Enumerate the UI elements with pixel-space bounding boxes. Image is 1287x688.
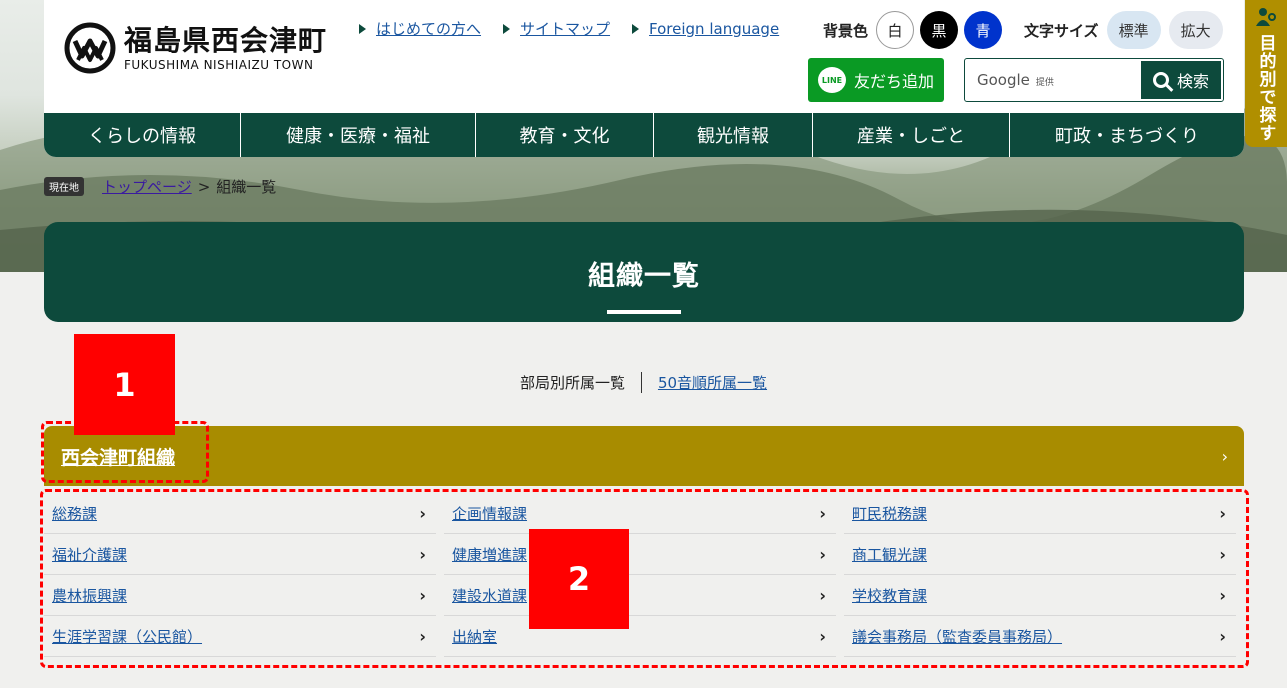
annotation-marker-2: 2 xyxy=(529,529,629,629)
bg-blue-button[interactable]: 青 xyxy=(964,11,1003,49)
font-size-label: 文字サイズ xyxy=(1024,21,1099,40)
search-box: Google 提供 検索 xyxy=(964,58,1224,102)
site-logo[interactable]: 福島県西会津町 FUKUSHIMA NISHIAIZU TOWN xyxy=(64,22,327,74)
bg-color-label: 背景色 xyxy=(823,21,869,40)
chevron-right-icon: › xyxy=(1221,446,1228,466)
person-search-icon xyxy=(1256,8,1276,26)
font-standard-button[interactable]: 標準 xyxy=(1106,11,1161,49)
annotation-marker-1: 1 xyxy=(74,334,175,435)
breadcrumb-badge: 現在地 xyxy=(44,177,84,196)
org-name-link[interactable]: 西会津町組織 xyxy=(61,443,1222,470)
nav-tourism[interactable]: 観光情報 xyxy=(654,113,813,157)
bg-white-button[interactable]: 白 xyxy=(876,11,915,49)
background-color-switcher: 背景色 白 黒 青 xyxy=(823,11,1008,49)
town-emblem-icon xyxy=(64,22,116,74)
site-header: 福島県西会津町 FUKUSHIMA NISHIAIZU TOWN はじめての方へ… xyxy=(44,0,1244,157)
top-links: はじめての方へ サイトマップ Foreign language xyxy=(359,18,779,39)
global-nav: くらしの情報 健康・医療・福祉 教育・文化 観光情報 産業・しごと 町政・まちづ… xyxy=(44,113,1244,157)
site-name-en: FUKUSHIMA NISHIAIZU TOWN xyxy=(124,58,314,72)
breadcrumb-home-link[interactable]: トップページ xyxy=(102,176,192,197)
purpose-search-label: 目的別で探す xyxy=(1255,34,1276,142)
line-button-label: 友だち追加 xyxy=(854,72,935,91)
annotation-box-2 xyxy=(40,489,1249,668)
title-underline xyxy=(607,310,681,314)
page-title: 組織一覧 xyxy=(588,261,700,292)
triangle-right-icon xyxy=(503,23,511,34)
bg-black-button[interactable]: 黒 xyxy=(920,11,959,49)
nav-industry[interactable]: 産業・しごと xyxy=(813,113,1010,157)
nav-town-government[interactable]: 町政・まちづくり xyxy=(1010,113,1244,157)
line-add-friend-button[interactable]: LINE 友だち追加 xyxy=(808,58,944,102)
triangle-right-icon xyxy=(359,23,366,34)
font-large-button[interactable]: 拡大 xyxy=(1168,11,1223,49)
breadcrumb: 現在地 トップページ > 組織一覧 xyxy=(44,176,276,197)
view-by-department: 部局別所属一覧 xyxy=(520,372,642,393)
view-switch: 部局別所属一覧 50音順所属一覧 xyxy=(0,372,1287,393)
link-first-visit[interactable]: はじめての方へ xyxy=(359,18,481,39)
site-name-jp: 福島県西会津町 xyxy=(124,24,328,57)
nav-living[interactable]: くらしの情報 xyxy=(44,113,241,157)
search-input[interactable]: Google 提供 xyxy=(965,71,1141,89)
org-section-header[interactable]: 西会津町組織 › xyxy=(44,426,1244,486)
font-size-switcher: 文字サイズ 標準 拡大 xyxy=(1024,11,1231,49)
line-icon: LINE xyxy=(818,67,846,93)
nav-education[interactable]: 教育・文化 xyxy=(476,113,654,157)
breadcrumb-current: 組織一覧 xyxy=(216,178,277,196)
view-by-syllabary-link[interactable]: 50音順所属一覧 xyxy=(642,372,767,393)
nav-health[interactable]: 健康・医療・福祉 xyxy=(241,113,476,157)
search-button[interactable]: 検索 xyxy=(1141,61,1221,99)
triangle-right-icon xyxy=(632,23,640,34)
search-icon xyxy=(1152,72,1169,88)
breadcrumb-separator: > xyxy=(197,177,211,196)
link-foreign-language[interactable]: Foreign language xyxy=(632,18,779,39)
purpose-search-tab[interactable]: 目的別で探す xyxy=(1245,0,1287,147)
page-title-box: 組織一覧 xyxy=(44,222,1244,322)
link-sitemap[interactable]: サイトマップ xyxy=(503,18,610,39)
